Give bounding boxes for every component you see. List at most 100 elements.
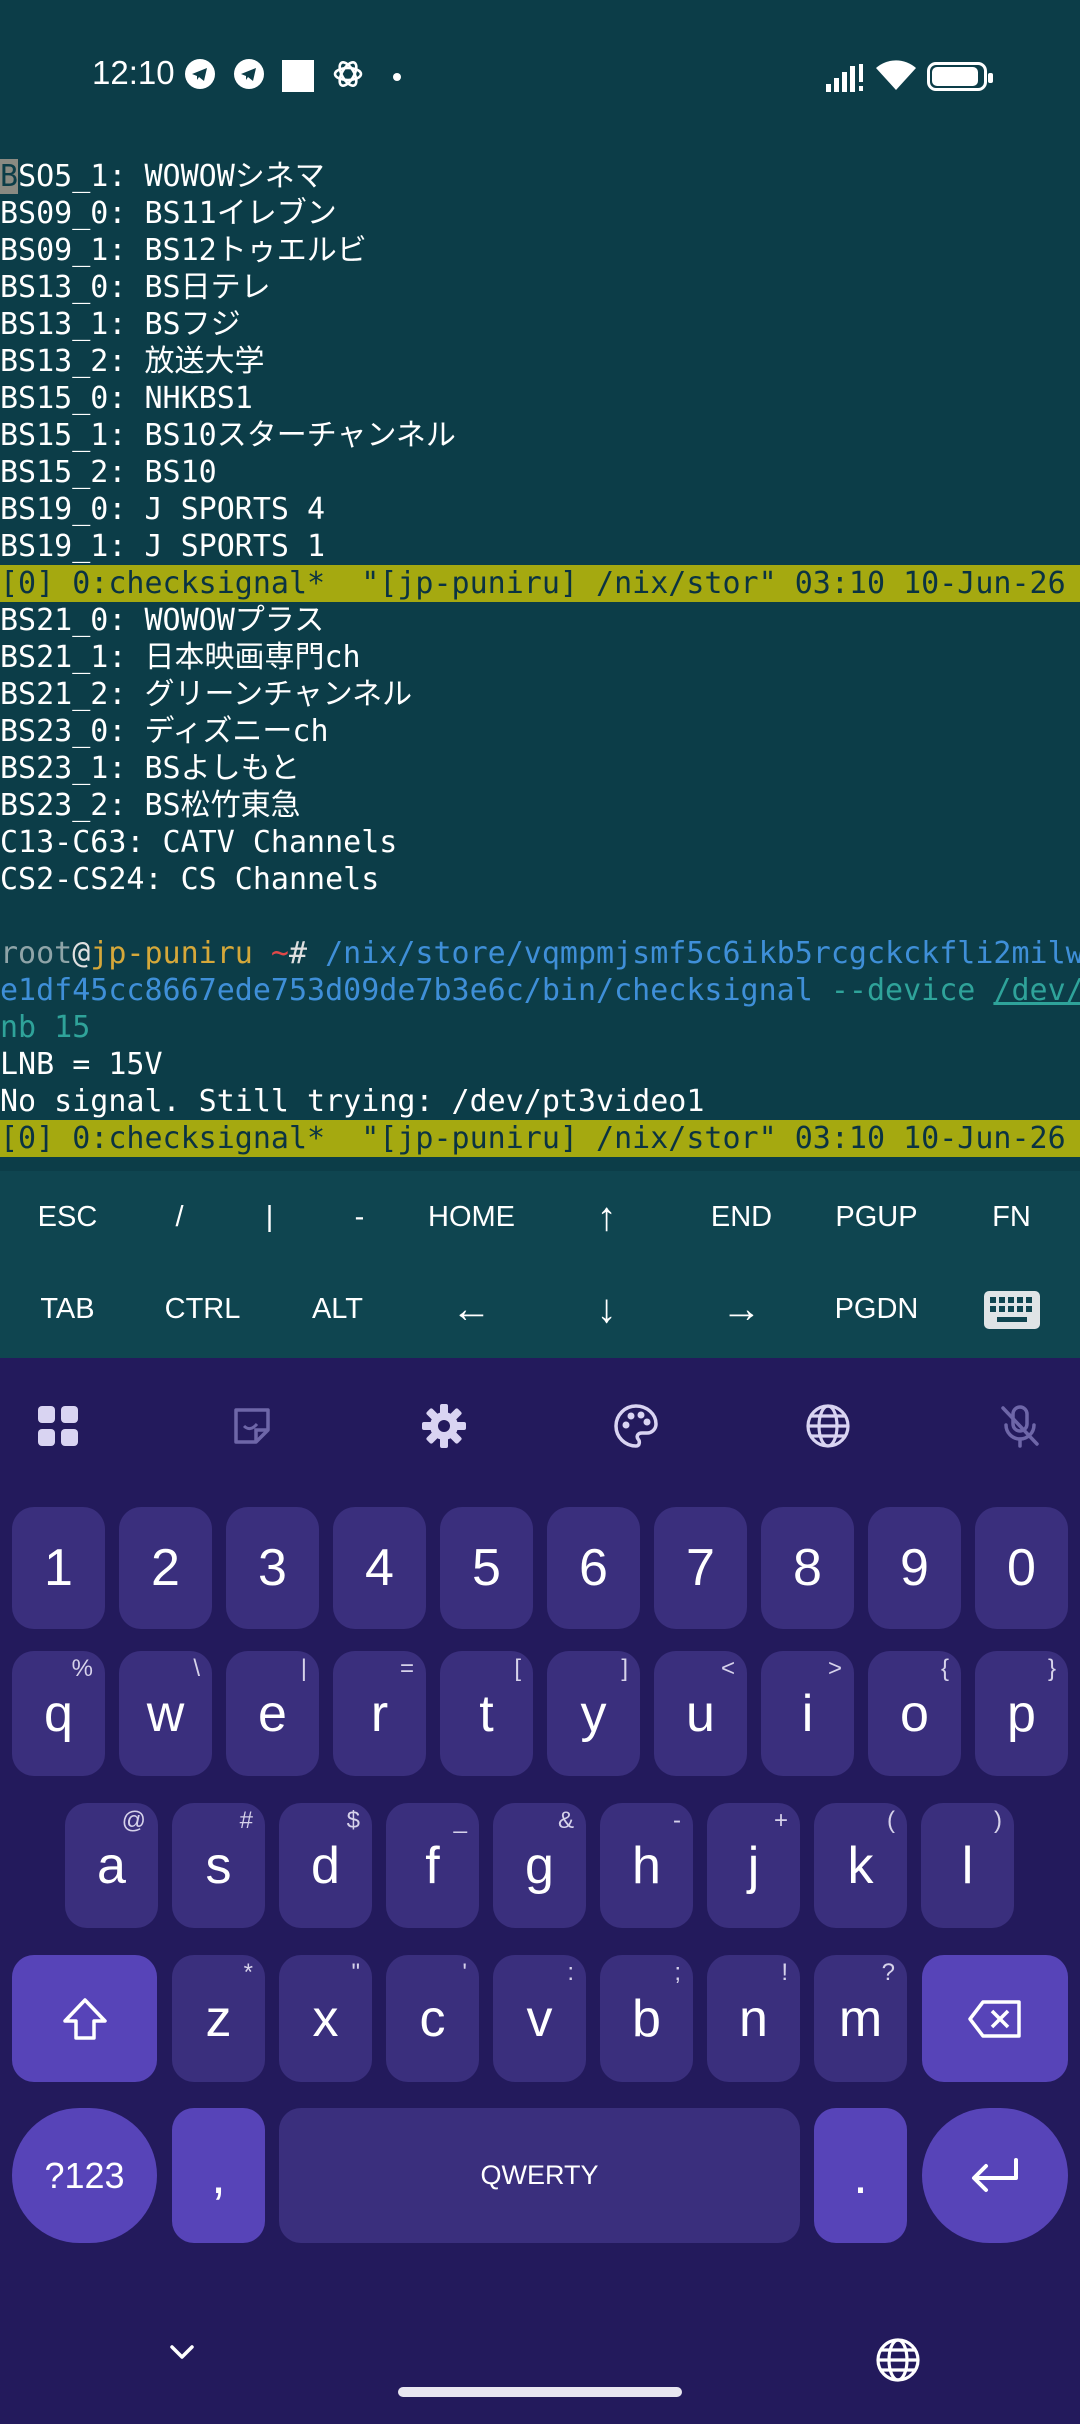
- pgup-key[interactable]: PGUP: [809, 1171, 944, 1264]
- terminal-line: BS15_1: BS10スターチャンネル: [0, 418, 456, 453]
- key-2[interactable]: 2: [119, 1507, 212, 1629]
- key-z[interactable]: z *: [172, 1955, 265, 2082]
- terminal-cursor: B: [0, 159, 19, 194]
- palette-icon[interactable]: [608, 1398, 664, 1454]
- enter-icon: [972, 2157, 1018, 2192]
- key-p[interactable]: p}: [975, 1651, 1068, 1776]
- globe-icon[interactable]: [800, 1398, 856, 1454]
- hide-keyboard-button[interactable]: [164, 2334, 200, 2374]
- up-arrow-key[interactable]: ↑: [539, 1171, 674, 1264]
- key-e[interactable]: e |: [226, 1651, 319, 1776]
- terminal-line: BS19_1: J SPORTS 1: [0, 529, 326, 564]
- key-s[interactable]: s #: [172, 1803, 265, 1928]
- battery-icon: [927, 62, 993, 91]
- symbols-key[interactable]: ?123: [12, 2108, 157, 2243]
- key-v[interactable]: v:: [493, 1955, 586, 2082]
- signal-icon: [826, 64, 863, 92]
- alt-key[interactable]: ALT: [270, 1263, 405, 1356]
- telegram-icon: [185, 59, 215, 89]
- terminal-line: BS19_0: J SPORTS 4: [0, 492, 326, 527]
- key-a[interactable]: a @: [65, 1803, 158, 1928]
- key-w[interactable]: w \: [119, 1651, 212, 1776]
- command-continuation-line: e1df45cc8667ede753d09de7b3e6c/bin/checks…: [0, 973, 1080, 1008]
- terminal-line: BSO5_1: WOWOWシネマ: [0, 159, 325, 194]
- terminal-line: BS15_0: NHKBS1: [0, 381, 253, 416]
- key-9[interactable]: 9: [868, 1507, 961, 1629]
- keyboard-icon: [983, 1290, 1040, 1329]
- key-m[interactable]: m?: [814, 1955, 907, 2082]
- right-arrow-key[interactable]: →: [674, 1263, 809, 1356]
- chatgpt-icon: [333, 61, 363, 87]
- key-g[interactable]: g &: [493, 1803, 586, 1928]
- key-6[interactable]: 6: [547, 1507, 640, 1629]
- key-f[interactable]: f _: [386, 1803, 479, 1928]
- shift-key[interactable]: [12, 1955, 157, 2082]
- key-k[interactable]: k(: [814, 1803, 907, 1928]
- key-d[interactable]: d $: [279, 1803, 372, 1928]
- key-c[interactable]: c ': [386, 1955, 479, 2082]
- sticker-icon[interactable]: [224, 1398, 280, 1454]
- ctrl-key[interactable]: CTRL: [135, 1263, 270, 1356]
- wifi-icon: [876, 60, 916, 90]
- key-8[interactable]: 8: [761, 1507, 854, 1629]
- chevron-down-icon: [170, 2345, 194, 2359]
- terminal-line: BS13_0: BS日テレ: [0, 270, 271, 305]
- key-n[interactable]: n!: [707, 1955, 800, 2082]
- language-switch-button[interactable]: [875, 2337, 921, 2387]
- keyboard-toggle-key[interactable]: [944, 1263, 1079, 1356]
- key-0[interactable]: 0: [975, 1507, 1068, 1629]
- shell-prompt-line: root@jp-puniru ~# /nix/store/vqmpmjsmf5c…: [0, 936, 1080, 971]
- fn-key[interactable]: FN: [944, 1171, 1079, 1264]
- terminal-line: BS23_1: BSよしもと: [0, 751, 301, 786]
- key-h[interactable]: h-: [600, 1803, 693, 1928]
- terminal-line: BS13_1: BSフジ: [0, 307, 241, 342]
- backspace-key[interactable]: [922, 1955, 1068, 2082]
- left-arrow-key[interactable]: ←: [404, 1263, 539, 1356]
- period-key[interactable]: .: [814, 2108, 907, 2243]
- key-i[interactable]: i >: [761, 1651, 854, 1776]
- terminal-line: C13-C63: CATV Channels: [0, 825, 398, 860]
- key-t[interactable]: t[: [440, 1651, 533, 1776]
- home-key[interactable]: HOME: [404, 1171, 539, 1264]
- key-x[interactable]: x ": [279, 1955, 372, 2082]
- terminal-line: BS13_2: 放送大学: [0, 344, 265, 379]
- status-bar: 12:10: [0, 0, 1080, 150]
- terminal-output-line: No signal. Still trying: /dev/pt3video1: [0, 1084, 705, 1119]
- terminal-line: BS09_1: BS12トゥエルビ: [0, 233, 367, 268]
- key-1[interactable]: 1: [12, 1507, 105, 1629]
- key-5[interactable]: 5: [440, 1507, 533, 1629]
- key-y[interactable]: y]: [547, 1651, 640, 1776]
- terminal-line: BS23_2: BS松竹東急: [0, 788, 301, 823]
- apps-grid-icon[interactable]: [30, 1398, 86, 1454]
- key-l[interactable]: l): [921, 1803, 1014, 1928]
- shift-icon: [62, 1997, 107, 2040]
- tmux-status-bar: [0] 0:checksignal* "[jp-puniru] /nix/sto…: [0, 565, 1080, 602]
- key-r[interactable]: r =: [333, 1651, 426, 1776]
- key-3[interactable]: 3: [226, 1507, 319, 1629]
- key-u[interactable]: u <: [654, 1651, 747, 1776]
- key-7[interactable]: 7: [654, 1507, 747, 1629]
- key-4[interactable]: 4: [333, 1507, 426, 1629]
- key-j[interactable]: j +: [707, 1803, 800, 1928]
- settings-gear-icon[interactable]: [416, 1398, 472, 1454]
- mic-off-icon[interactable]: [992, 1398, 1048, 1454]
- enter-key[interactable]: [922, 2108, 1068, 2243]
- square-notification-icon: [282, 60, 314, 92]
- end-key[interactable]: END: [674, 1171, 809, 1264]
- terminal-line: BS21_1: 日本映画専門ch: [0, 640, 361, 675]
- terminal-line: BS15_2: BS10: [0, 455, 217, 490]
- key-q[interactable]: q%: [12, 1651, 105, 1776]
- terminal-line: BS23_0: ディズニーch: [0, 714, 329, 749]
- space-bar[interactable]: QWERTY: [279, 2108, 800, 2243]
- terminal-view[interactable]: BSO5_1: WOWOWシネマ BS09_0: BS11イレブン BS09_1…: [0, 158, 1080, 1171]
- key-b[interactable]: b;: [600, 1955, 693, 2082]
- pgdn-key[interactable]: PGDN: [809, 1263, 944, 1356]
- clock: 12:10: [92, 54, 175, 91]
- down-arrow-key[interactable]: ↓: [539, 1263, 674, 1356]
- tab-key[interactable]: TAB: [0, 1263, 135, 1356]
- home-indicator[interactable]: [398, 2387, 682, 2397]
- telegram-icon: [234, 59, 264, 89]
- comma-key[interactable]: ,: [172, 2108, 265, 2243]
- key-o[interactable]: o{: [868, 1651, 961, 1776]
- terminal-line: BS09_0: BS11イレブン: [0, 196, 337, 231]
